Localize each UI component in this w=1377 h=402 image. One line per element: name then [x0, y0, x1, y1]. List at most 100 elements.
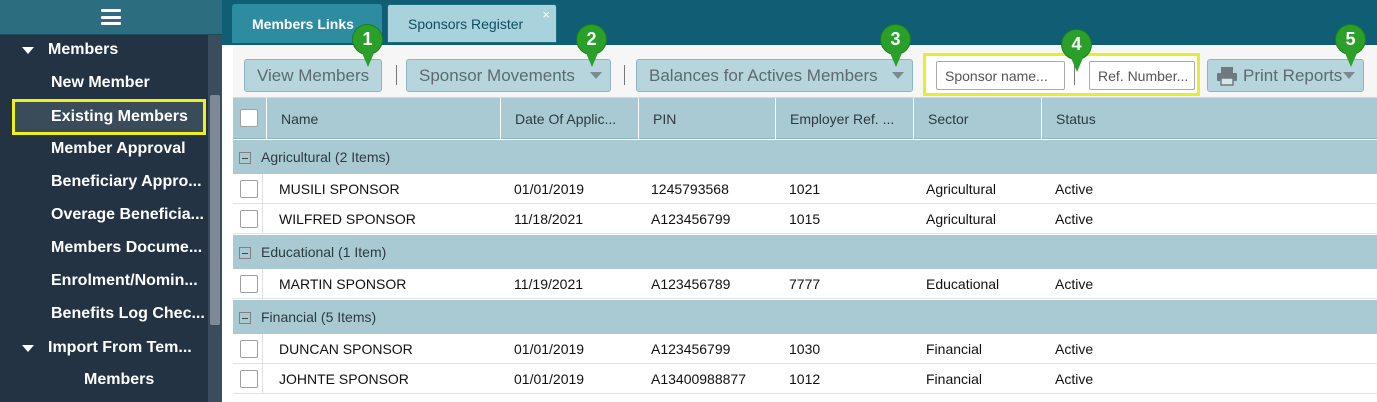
callout-pointer	[1071, 58, 1083, 72]
collapse-icon[interactable]	[239, 152, 251, 164]
ref-number-input[interactable]: Ref. Number...	[1089, 61, 1195, 90]
sidebar-item-member-approval[interactable]: Member Approval	[51, 140, 206, 158]
tab-sponsors-register[interactable]: Sponsors Register ×	[387, 4, 557, 43]
group-label: Educational (1 Item)	[261, 244, 387, 260]
sidebar-scrollbar[interactable]	[208, 35, 222, 402]
row-checkbox[interactable]	[240, 340, 258, 358]
row-divider	[262, 334, 263, 364]
row-checkbox[interactable]	[240, 210, 258, 228]
cell-name: MUSILI SPONSOR	[279, 181, 400, 197]
cell-employer-ref: 1015	[789, 211, 821, 227]
sidebar: Members New Member Existing Members Memb…	[0, 0, 222, 402]
balances-for-actives-members-button[interactable]: Balances for Actives Members	[636, 59, 913, 92]
table-row[interactable]: DUNCAN SPONSOR 01/01/2019 A123456799 103…	[233, 334, 1377, 364]
toolbar-divider	[396, 65, 397, 85]
group-label: Financial (5 Items)	[261, 309, 377, 325]
table-row[interactable]: MUSILI SPONSOR 01/01/2019 1245793568 102…	[233, 174, 1377, 204]
sponsor-movements-button[interactable]: Sponsor Movements	[406, 59, 611, 92]
callout-badge-1: 1	[353, 25, 382, 54]
sidebar-item-beneficiary-approval[interactable]: Beneficiary Appro...	[51, 173, 206, 191]
collapse-icon[interactable]	[239, 247, 251, 259]
cell-status: Active	[1055, 181, 1094, 197]
row-divider	[262, 364, 263, 394]
hamburger-menu-icon[interactable]	[101, 9, 121, 25]
cell-pin: 1245793568	[651, 181, 729, 197]
row-checkbox[interactable]	[240, 370, 258, 388]
table-row[interactable]: MARTIN SPONSOR 11/19/2021 A123456789 777…	[233, 269, 1377, 299]
collapse-icon[interactable]	[239, 312, 251, 324]
select-all-checkbox[interactable]	[240, 109, 258, 127]
button-label: Print Reports	[1243, 65, 1343, 85]
cell-status: Active	[1055, 276, 1094, 292]
cell-name: MARTIN SPONSOR	[279, 276, 407, 292]
row-divider	[262, 174, 263, 204]
cell-employer-ref: 1030	[789, 341, 821, 357]
column-header-sector[interactable]: Sector	[913, 98, 1041, 139]
sidebar-scrollbar-thumb[interactable]	[210, 95, 220, 325]
column-header-date-of-application[interactable]: Date Of Applic...	[500, 98, 638, 139]
sidebar-item-members-documents[interactable]: Members Docume...	[51, 239, 206, 257]
printer-icon	[1217, 66, 1237, 86]
cell-sector: Financial	[926, 341, 983, 357]
sidebar-group-import-from-template[interactable]: Import From Tem...	[22, 339, 192, 357]
column-header-name[interactable]: Name	[266, 98, 500, 139]
sidebar-item-existing-members[interactable]: Existing Members	[12, 99, 206, 135]
row-checkbox[interactable]	[240, 180, 258, 198]
tab-bar: Members Links Sponsors Register ×	[222, 0, 1377, 45]
sidebar-item-benefits-log-check[interactable]: Benefits Log Chec...	[51, 305, 206, 323]
sidebar-item-import-members[interactable]: Members	[84, 371, 154, 389]
sidebar-item-new-member[interactable]: New Member	[51, 74, 206, 92]
callout-badge-5: 5	[1336, 25, 1365, 54]
group-label: Agricultural (2 Items)	[261, 149, 391, 165]
column-header-status[interactable]: Status	[1041, 98, 1377, 139]
cell-status: Active	[1055, 371, 1094, 387]
table-row[interactable]: WILFRED SPONSOR 11/18/2021 A123456799 10…	[233, 204, 1377, 234]
tab-label: Sponsors Register	[408, 15, 524, 32]
sidebar-group-label: Import From Tem...	[48, 339, 192, 356]
callout-pointer	[1345, 53, 1357, 67]
chevron-down-icon	[892, 72, 904, 79]
close-icon[interactable]: ×	[542, 7, 550, 22]
cell-date: 01/01/2019	[514, 341, 585, 357]
cell-date: 11/19/2021	[514, 276, 584, 292]
cell-employer-ref: 1021	[789, 181, 821, 197]
sidebar-group-members[interactable]: Members	[22, 41, 118, 59]
button-label: View Members	[257, 65, 370, 85]
caret-down-icon	[22, 46, 34, 54]
sidebar-group-label: Members	[48, 41, 119, 58]
cell-sector: Agricultural	[926, 181, 997, 197]
cell-name: DUNCAN SPONSOR	[279, 341, 413, 357]
group-row-financial[interactable]: Financial (5 Items)	[233, 299, 1377, 334]
column-header-pin[interactable]: PIN	[638, 98, 775, 139]
row-divider	[262, 204, 263, 234]
callout-badge-4: 4	[1062, 30, 1091, 59]
row-checkbox[interactable]	[240, 275, 258, 293]
toolbar-divider	[624, 65, 625, 85]
sidebar-item-overage-beneficiary[interactable]: Overage Beneficia...	[51, 206, 206, 224]
cell-name: JOHNTE SPONSOR	[279, 371, 409, 387]
cell-date: 01/01/2019	[514, 181, 585, 197]
cell-sector: Agricultural	[926, 211, 997, 227]
group-row-educational[interactable]: Educational (1 Item)	[233, 234, 1377, 269]
sponsor-name-input[interactable]: Sponsor name...	[936, 61, 1065, 90]
table-row[interactable]: JOHNTE SPONSOR 01/01/2019 A13400988877 1…	[233, 364, 1377, 394]
sidebar-item-label: Existing Members	[51, 108, 188, 125]
print-reports-button[interactable]: Print Reports	[1207, 59, 1364, 92]
column-header-employer-ref[interactable]: Employer Ref. ...	[775, 98, 913, 139]
cell-pin: A123456799	[651, 211, 731, 227]
cell-employer-ref: 7777	[789, 276, 821, 292]
callout-badge-3: 3	[881, 25, 910, 54]
cell-sector: Financial	[926, 371, 983, 387]
cell-sector: Educational	[926, 276, 1000, 292]
toolbar: View Members Sponsor Movements Balances …	[233, 45, 1377, 98]
grid-header: Name Date Of Applic... PIN Employer Ref.…	[233, 98, 1377, 139]
tab-label: Members Links	[252, 15, 354, 32]
cell-name: WILFRED SPONSOR	[279, 211, 416, 227]
cell-date: 01/01/2019	[514, 371, 585, 387]
button-label: Sponsor Movements	[419, 65, 575, 85]
cell-status: Active	[1055, 341, 1094, 357]
sidebar-item-enrolment-nomination[interactable]: Enrolment/Nomin...	[51, 272, 206, 290]
group-row-agricultural[interactable]: Agricultural (2 Items)	[233, 139, 1377, 174]
cell-status: Active	[1055, 211, 1094, 227]
members-grid: Name Date Of Applic... PIN Employer Ref.…	[233, 98, 1377, 394]
